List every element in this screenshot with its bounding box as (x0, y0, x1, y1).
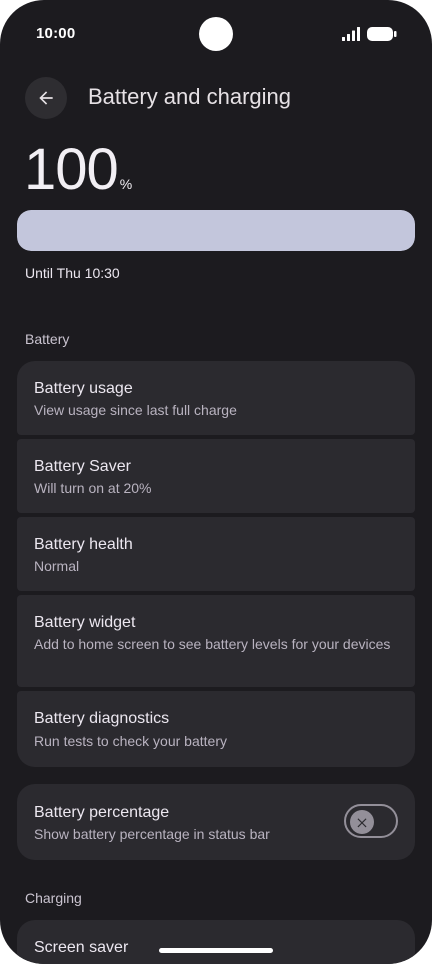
item-title: Battery health (34, 536, 133, 553)
item-subtitle: View usage since last full charge (34, 402, 237, 418)
section-header-battery: Battery (25, 331, 70, 347)
battery-saver-item[interactable]: Battery Saver Will turn on at 20% (17, 439, 415, 513)
item-subtitle: Will turn on at 20% (34, 480, 152, 496)
battery-level: 100% (24, 136, 132, 203)
item-title: Screen saver (34, 939, 129, 956)
battery-widget-item[interactable]: Battery widget Add to home screen to see… (17, 595, 415, 687)
item-subtitle: Run tests to check your battery (34, 733, 227, 749)
item-subtitle: Show battery percentage in status bar (34, 826, 270, 842)
battery-usage-item[interactable]: Battery usage View usage since last full… (17, 361, 415, 435)
item-title: Battery Saver (34, 458, 131, 475)
battery-level-bar (17, 210, 415, 251)
battery-status-icon (367, 27, 397, 41)
item-title: Battery percentage (34, 804, 170, 821)
battery-diagnostics-item[interactable]: Battery diagnostics Run tests to check y… (17, 691, 415, 767)
battery-level-fill (17, 210, 415, 251)
battery-percentage-toggle[interactable] (344, 804, 398, 838)
battery-level-value: 100 (24, 137, 119, 202)
battery-health-item[interactable]: Battery health Normal (17, 517, 415, 591)
battery-level-unit: % (119, 176, 133, 192)
phone-screen: 10:00 Battery and charging 100% Until Th… (0, 0, 432, 964)
section-header-charging: Charging (25, 890, 82, 906)
item-title: Battery widget (34, 614, 136, 631)
back-button[interactable] (25, 77, 67, 119)
item-title: Battery diagnostics (34, 710, 170, 727)
item-title: Battery usage (34, 380, 133, 397)
camera-cutout (199, 17, 233, 51)
battery-until-text: Until Thu 10:30 (25, 265, 120, 281)
item-subtitle: Normal (34, 558, 80, 574)
arrow-back-icon (39, 91, 53, 105)
toggle-thumb (350, 810, 374, 834)
item-subtitle: Add to home screen to see battery levels… (34, 636, 391, 652)
gesture-navigation-bar[interactable] (159, 948, 273, 953)
status-time: 10:00 (36, 25, 76, 42)
battery-percentage-item[interactable]: Battery percentage Show battery percenta… (17, 784, 415, 860)
page-title: Battery and charging (88, 84, 292, 109)
signal-icon (342, 27, 360, 41)
status-bar: 10:00 (0, 0, 432, 68)
close-icon (357, 818, 367, 828)
screen-saver-item[interactable]: Screen saver (17, 920, 415, 964)
